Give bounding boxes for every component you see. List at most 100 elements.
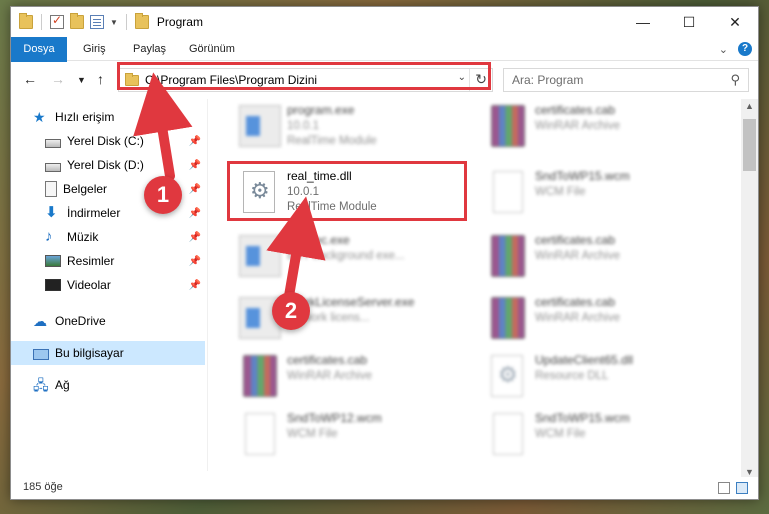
properties-check-icon[interactable]	[50, 13, 64, 29]
recent-locations-chevron-icon[interactable]: ▼	[77, 75, 86, 85]
file-detail: 10.0.1	[287, 120, 319, 132]
scroll-down-arrow-icon[interactable]: ▼	[745, 467, 754, 477]
file-item[interactable]: tworkLicenseServer.exe network licens...	[235, 291, 475, 349]
file-name: SndToWP15.wcm	[535, 411, 630, 425]
pin-icon[interactable]: 📌	[189, 256, 201, 267]
file-name: certificates.cab	[535, 103, 616, 117]
pin-icon[interactable]: 📌	[189, 232, 201, 243]
sidebar-item-label: OneDrive	[55, 314, 106, 328]
details-view-icon[interactable]	[718, 482, 730, 494]
vertical-scrollbar[interactable]: ▲ ▼	[741, 99, 758, 479]
sidebar-item-label: Müzik	[67, 230, 99, 244]
file-name: SndToWP15.wcm	[535, 169, 630, 183]
tab-share[interactable]: Paylaş	[123, 37, 176, 61]
up-arrow-icon[interactable]: ↑	[97, 71, 104, 87]
toolbar-divider	[41, 14, 42, 30]
sidebar-item-label: Hızlı erişim	[55, 110, 115, 124]
sidebar-item-local-disk-d[interactable]: Yerel Disk (D:) 📌	[11, 153, 205, 177]
minimize-button[interactable]: —	[620, 7, 666, 37]
window-title: Program	[156, 15, 203, 29]
pin-icon[interactable]: 📌	[189, 208, 201, 219]
file-name: program.exe	[287, 103, 355, 117]
maximize-button[interactable]: ☐	[666, 7, 712, 37]
computer-icon	[33, 348, 49, 360]
exe-icon	[239, 235, 281, 277]
cloud-icon: ☁	[33, 313, 47, 329]
customize-toolbar-arrow-icon[interactable]: ▼	[110, 18, 118, 27]
file-detail: WCM File	[287, 428, 338, 440]
back-arrow-icon[interactable]: ←	[23, 71, 37, 87]
pin-icon[interactable]: 📌	[189, 184, 201, 195]
file-item[interactable]: certificates.cab WinRAR Archive	[483, 291, 723, 349]
file-detail: RealTime Module	[287, 135, 377, 147]
file-detail: WCM File	[535, 428, 586, 440]
file-item[interactable]: SndToWP15.wcm WCM File	[483, 407, 723, 465]
pin-icon[interactable]: 📌	[189, 136, 201, 147]
title-bar: ▼ Program — ☐ ✕	[11, 7, 758, 37]
file-name: certificates.cab	[535, 295, 616, 309]
file-item[interactable]: certificates.cab WinRAR Archive	[483, 229, 723, 287]
tab-home[interactable]: Giriş	[73, 37, 116, 61]
search-placeholder: Ara: Program	[512, 73, 584, 87]
pane-divider[interactable]	[207, 99, 208, 471]
sidebar-item-videos[interactable]: Videolar 📌	[11, 273, 205, 297]
sidebar-item-label: Yerel Disk (C:)	[67, 134, 144, 148]
file-item[interactable]: certificates.cab WinRAR Archive	[235, 349, 475, 407]
sidebar-item-local-disk-c[interactable]: Yerel Disk (C:) 📌	[11, 129, 205, 153]
sidebar-item-label: Ağ	[55, 378, 70, 392]
help-icon[interactable]: ?	[738, 42, 752, 56]
file-item[interactable]: certificates.cab WinRAR Archive	[483, 99, 723, 157]
window-folder-icon	[134, 13, 149, 29]
sidebar-item-label: Belgeler	[63, 182, 108, 196]
scroll-thumb[interactable]	[743, 119, 756, 171]
forward-arrow-icon[interactable]: →	[51, 71, 65, 87]
file-name: certificates.cab	[287, 353, 368, 367]
sidebar-item-onedrive[interactable]: ☁ OneDrive	[11, 309, 205, 333]
navigation-pane: ★ Hızlı erişim Yerel Disk (C:) 📌 Yerel D…	[11, 99, 207, 479]
exe-icon	[239, 105, 281, 147]
toolbar-divider	[125, 14, 127, 30]
quick-access-toolbar: ▼ Program	[19, 13, 203, 30]
tab-view[interactable]: Görünüm	[179, 37, 245, 61]
file-item[interactable]: program.exe 10.0.1 RealTime Module	[235, 99, 475, 157]
expand-ribbon-chevron-icon[interactable]: ⌄	[719, 43, 728, 56]
item-count: 185 öğe	[23, 481, 63, 493]
sidebar-item-label: Videolar	[67, 278, 111, 292]
sidebar-item-music[interactable]: ♪ Müzik 📌	[11, 225, 205, 249]
callout-step-1: 1	[144, 176, 182, 214]
videos-icon	[45, 279, 61, 291]
view-toggle	[718, 482, 748, 494]
file-item[interactable]: SndToWP15.wcm WCM File	[483, 165, 723, 223]
new-folder-icon[interactable]	[70, 13, 84, 29]
pin-icon[interactable]: 📌	[189, 160, 201, 171]
search-input[interactable]: Ara: Program ⚲	[503, 68, 749, 92]
search-icon[interactable]: ⚲	[730, 72, 740, 88]
page-icon	[245, 413, 275, 455]
disk-icon	[45, 162, 61, 172]
file-detail: WinRAR Archive	[535, 312, 620, 324]
close-button[interactable]: ✕	[712, 7, 758, 37]
dll-icon	[491, 355, 523, 397]
tiles-view-icon[interactable]	[736, 482, 748, 494]
network-icon: 🖧	[33, 377, 49, 393]
file-item[interactable]: SndToWP12.wcm WCM File	[235, 407, 475, 465]
sidebar-item-pictures[interactable]: Resimler 📌	[11, 249, 205, 273]
file-name: SndToWP12.wcm	[287, 411, 382, 425]
sidebar-item-this-pc[interactable]: Bu bilgisayar	[11, 341, 205, 365]
sidebar-item-network[interactable]: 🖧 Ağ	[11, 373, 205, 397]
pin-icon[interactable]: 📌	[189, 280, 201, 291]
folder-icon[interactable]	[19, 13, 33, 29]
file-item[interactable]: UpdateClient65.dll Resource DLL	[483, 349, 723, 407]
file-detail: Resource DLL	[535, 370, 609, 382]
rar-icon	[243, 355, 277, 397]
sidebar-item-label: Yerel Disk (D:)	[67, 158, 144, 172]
file-item[interactable]: neExec.exe BBY background exe...	[235, 229, 475, 287]
sidebar-item-label: Resimler	[67, 254, 115, 268]
rar-icon	[491, 235, 525, 277]
sidebar-item-label: İndirmeler	[67, 206, 121, 220]
rename-icon[interactable]	[90, 15, 104, 29]
scroll-up-arrow-icon[interactable]: ▲	[745, 101, 754, 111]
sidebar-item-quick-access[interactable]: ★ Hızlı erişim	[11, 105, 205, 129]
download-icon: ⬇	[45, 204, 58, 221]
music-icon: ♪	[45, 228, 53, 245]
